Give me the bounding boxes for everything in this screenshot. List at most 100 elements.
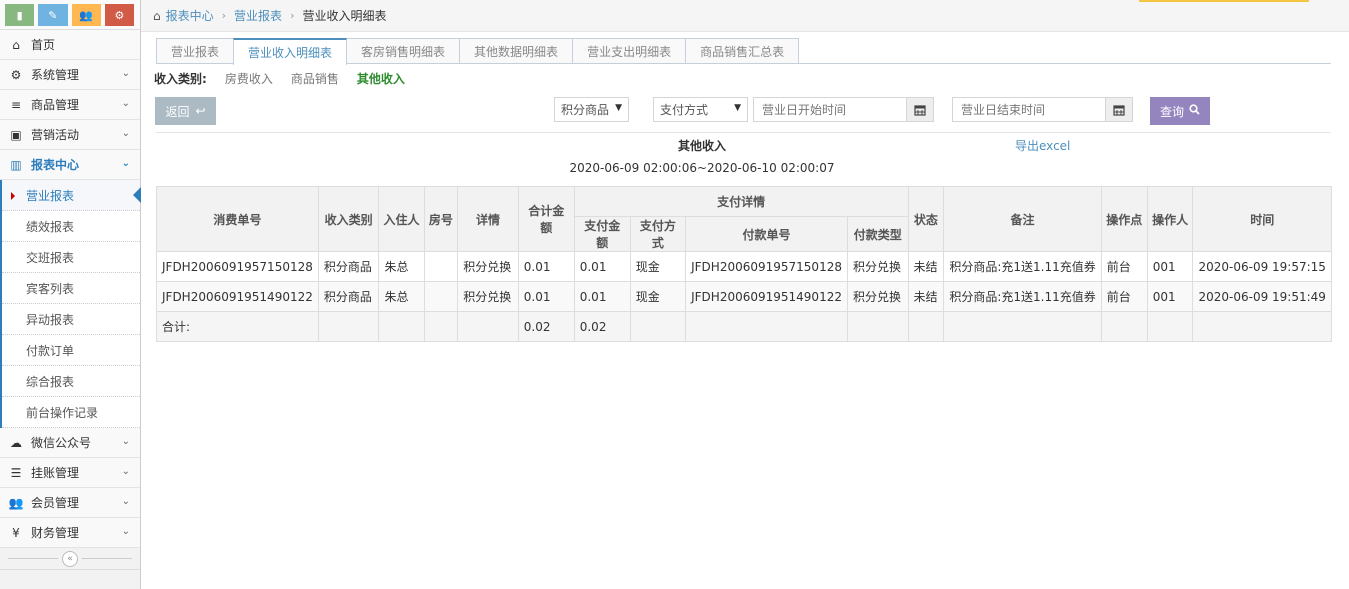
chevron-down-icon: ⌄ <box>121 98 130 109</box>
report-tabs: 营业报表 营业收入明细表 客房销售明细表 其他数据明细表 营业支出明细表 商品销售汇总表 <box>156 38 800 65</box>
header-payment-group: 支付详情 <box>573 186 909 217</box>
sidebar-item-2[interactable]: 👥 会员管理 ⌄ <box>0 488 140 518</box>
cell-total: 0.01 <box>517 281 575 312</box>
sidebar-item-label: 首页 <box>31 38 56 52</box>
tab-0[interactable]: 营业报表 <box>156 38 235 64</box>
total-cell-total: 0.02 <box>517 311 575 342</box>
cell-remark: 积分商品:充1送1.11充值券 <box>943 281 1102 312</box>
income-type-link-0[interactable]: 房费收入 <box>225 70 273 87</box>
total-cell-pay-method <box>629 311 687 342</box>
total-cell-operator <box>1146 311 1194 342</box>
shortcut-signal-button[interactable]: ▮ <box>5 4 35 26</box>
header-guest: 入住人 <box>378 186 425 252</box>
list-icon: ☰ <box>10 465 22 480</box>
table-row: JFDH2006091951490122 积分商品 朱总 积分兑换 0.01 0.01 现金… <box>156 281 1332 312</box>
header-total: 合计金额 <box>517 186 575 252</box>
submenu-item-2[interactable]: 交班报表 <box>2 242 140 273</box>
payment-method-select[interactable]: 支付方式 ▼ <box>653 97 748 122</box>
chevron-down-icon: ⌄ <box>121 466 130 477</box>
header-category: 收入类别 <box>317 186 380 252</box>
tab-4[interactable]: 营业支出明细表 <box>572 38 687 64</box>
sidebar-item-0[interactable]: ⌂ 首页 <box>0 30 140 60</box>
submenu-item-1[interactable]: 绩效报表 <box>2 211 140 242</box>
cell-pay-amount: 0.01 <box>573 251 631 282</box>
table-body: JFDH2006091957150128 积分商品 朱总 积分兑换 0.01 0.01 现金… <box>156 251 1332 342</box>
shortcut-cogs-button[interactable]: ⚙ <box>104 4 134 26</box>
cell-total: 0.01 <box>517 251 575 282</box>
users-icon: 👥 <box>8 495 24 510</box>
database-icon: ≡ <box>10 97 22 112</box>
cell-point: 前台 <box>1100 251 1148 282</box>
cell-operator: 001 <box>1146 251 1194 282</box>
submenu-item-3[interactable]: 宾客列表 <box>2 273 140 304</box>
submenu-item-0[interactable]: 营业报表 <box>2 180 141 211</box>
cell-pay-method: 现金 <box>629 281 687 312</box>
main-content: ⌂ 报表中心 › 营业报表 › 营业收入明细表 营业报表 营业收入明细表 客房销售明… <box>141 0 1349 589</box>
total-cell-pay-amount: 0.02 <box>573 311 631 342</box>
category-select[interactable]: 积分商品 ▼ <box>554 97 629 122</box>
sidebar-item-4[interactable]: ▥ 报表中心 ⌄ <box>0 150 140 180</box>
payment-select-value: 支付方式 <box>660 103 709 117</box>
submenu-item-6[interactable]: 综合报表 <box>2 366 140 397</box>
table-row: JFDH2006091957150128 积分商品 朱总 积分兑换 0.01 0.01 现金… <box>156 251 1332 282</box>
sidebar-item-1[interactable]: ☰ 挂账管理 ⌄ <box>0 458 140 488</box>
cell-category: 积分商品 <box>317 281 380 312</box>
header-pay-amount: 支付金额 <box>573 216 631 252</box>
shortcut-pencil-button[interactable]: ✎ <box>38 4 68 26</box>
tab-1[interactable]: 营业收入明细表 <box>233 38 348 65</box>
sidebar-item-1[interactable]: ⚙ 系统管理 ⌄ <box>0 60 140 90</box>
end-date-group: 营业日结束时间 <box>952 97 1133 122</box>
signal-icon: ▮ <box>16 8 23 22</box>
calendar-icon[interactable] <box>907 97 934 122</box>
caret-down-icon: ▼ <box>734 103 741 113</box>
start-date-input[interactable]: 营业日开始时间 <box>753 97 907 122</box>
sidebar-item-2[interactable]: ≡ 商品管理 ⌄ <box>0 90 140 120</box>
cell-pay-no[interactable]: JFDH2006091951490122 <box>685 281 848 312</box>
tab-2[interactable]: 客房销售明细表 <box>346 38 461 64</box>
top-accent-bar <box>1139 0 1309 2</box>
cell-guest[interactable]: 朱总 <box>378 251 425 282</box>
header-detail: 详情 <box>457 186 519 252</box>
submenu-item-4[interactable]: 异动报表 <box>2 304 140 335</box>
back-button[interactable]: 返回 ↩ <box>155 97 216 125</box>
submenu-item-5[interactable]: 付款订单 <box>2 335 140 366</box>
cell-guest[interactable]: 朱总 <box>378 281 425 312</box>
query-button[interactable]: 查询 <box>1150 97 1210 125</box>
income-type-link-1[interactable]: 商品销售 <box>291 70 339 87</box>
cell-order-no: JFDH2006091957150128 <box>156 251 319 282</box>
sidebar-item-0[interactable]: ☁ 微信公众号 ⌄ <box>0 428 140 458</box>
calendar-icon[interactable] <box>1106 97 1133 122</box>
end-date-input[interactable]: 营业日结束时间 <box>952 97 1106 122</box>
breadcrumb-report-center[interactable]: 报表中心 <box>166 7 214 24</box>
gear-icon: ⚙ <box>10 67 22 82</box>
sidebar-item-3[interactable]: ¥ 财务管理 ⌄ <box>0 518 140 548</box>
shortcut-users-button[interactable]: 👥 <box>71 4 101 26</box>
sidebar-item-3[interactable]: ▣ 营销活动 ⌄ <box>0 120 140 150</box>
breadcrumb-business-report[interactable]: 营业报表 <box>234 7 282 24</box>
cell-room <box>423 251 459 282</box>
cell-order-no: JFDH2006091951490122 <box>156 281 319 312</box>
home-icon: ⌂ <box>153 8 161 23</box>
total-cell-pay-no <box>685 311 848 342</box>
submenu-item-7[interactable]: 前台操作记录 <box>2 397 140 428</box>
total-cell-category <box>317 311 380 342</box>
bar-chart-icon: ▥ <box>10 157 22 172</box>
sidebar-item-label: 挂账管理 <box>31 466 80 480</box>
cell-pay-no[interactable]: JFDH2006091957150128 <box>685 251 848 282</box>
tab-5[interactable]: 商品销售汇总表 <box>685 38 800 64</box>
users-icon: 👥 <box>79 8 93 22</box>
report-date-range: 2020-06-09 02:00:06~2020-06-10 02:00:07 <box>569 161 835 175</box>
pencil-icon: ✎ <box>48 8 58 22</box>
income-type-link-2[interactable]: 其他收入 <box>357 70 405 87</box>
collapse-sidebar-icon[interactable]: « <box>62 550 78 567</box>
header-pay-method: 支付方式 <box>629 216 687 252</box>
header-point: 操作点 <box>1100 186 1148 252</box>
income-type-title: 收入类别: <box>154 72 207 86</box>
search-icon <box>1189 104 1200 118</box>
chevron-down-icon: ⌄ <box>121 68 130 79</box>
tab-3[interactable]: 其他数据明细表 <box>459 38 574 64</box>
export-excel-link[interactable]: 导出excel <box>1015 137 1070 154</box>
sidebar-item-label: 营销活动 <box>31 128 80 142</box>
sidebar-item-label: 财务管理 <box>31 526 80 540</box>
cell-detail: 积分兑换 <box>457 281 519 312</box>
